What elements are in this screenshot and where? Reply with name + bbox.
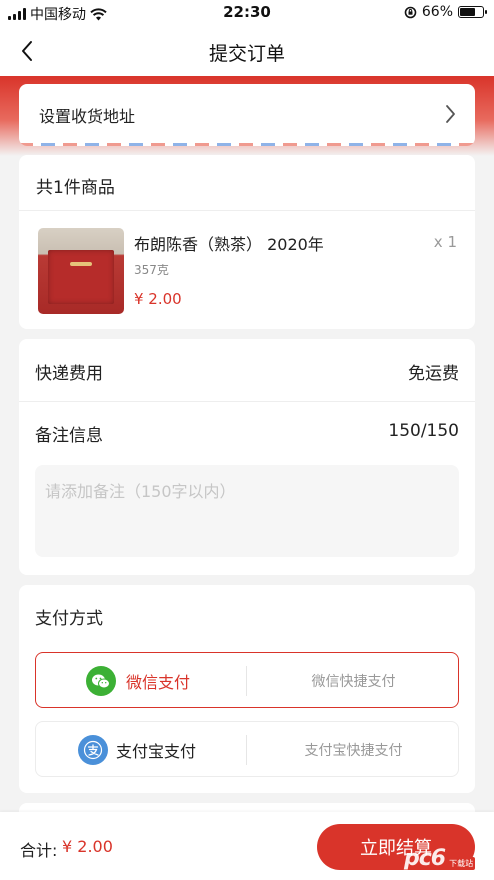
total-label: 合计:: [20, 841, 58, 860]
alipay-icon: [78, 735, 108, 765]
pay-desc-alipay: 支付宝快捷支付: [304, 743, 403, 759]
pay-desc-wechat: 微信快捷支付: [311, 674, 396, 690]
remark-counter: 150/150: [388, 421, 459, 441]
battery-percent: 66%: [421, 4, 453, 20]
status-bar: 中国移动 22:30 66%: [0, 0, 494, 26]
address-label: 设置收货地址: [39, 107, 136, 126]
order-info-card: 快递费用 免运费 备注信息 150/150: [19, 339, 475, 575]
shipping-label: 快递费用: [35, 364, 103, 384]
goods-count: 共1件商品: [36, 178, 115, 198]
pay-option-alipay[interactable]: 支付宝支付 支付宝快捷支付: [35, 721, 459, 777]
total-amount: ¥ 2.00: [62, 837, 113, 856]
chevron-right-icon: [446, 105, 455, 123]
divider: [19, 401, 475, 402]
orientation-lock-icon: [404, 6, 417, 18]
product-quantity: x 1: [433, 233, 457, 251]
watermark-logo: pc6: [404, 845, 446, 871]
product-image[interactable]: [38, 228, 124, 314]
page-title: 提交订单: [208, 43, 285, 65]
shipping-value: 免运费: [408, 364, 459, 384]
product-spec: 357克: [134, 263, 169, 277]
payment-title: 支付方式: [35, 609, 103, 629]
pc6-watermark: pc6 下载站: [404, 840, 488, 876]
pay-option-wechat[interactable]: 微信支付 微信快捷支付: [35, 652, 459, 708]
remark-label: 备注信息: [35, 426, 103, 446]
payment-card: 支付方式 微信支付 微信快捷支付 支付宝支付 支付宝快捷支付: [19, 585, 475, 793]
tea-box-graphic: [48, 250, 114, 304]
product-name: 布朗陈香（熟茶） 2020年: [134, 235, 324, 254]
nav-bar: 提交订单: [0, 26, 494, 76]
wechat-icon: [86, 666, 116, 696]
divider: [19, 210, 475, 211]
pay-name-alipay: 支付宝支付: [116, 742, 197, 761]
battery-icon: [458, 6, 487, 18]
pay-name-wechat: 微信支付: [126, 673, 191, 692]
product-price: ¥ 2.00: [134, 290, 182, 308]
address-dashed-border: [19, 143, 475, 146]
battery-level: [460, 8, 475, 16]
goods-card: 共1件商品 布朗陈香（熟茶） 2020年 357克 ¥ 2.00 x 1: [19, 155, 475, 329]
address-selector[interactable]: 设置收货地址: [19, 84, 475, 146]
watermark-sub: 下载站: [447, 856, 476, 870]
remark-input[interactable]: [35, 465, 459, 557]
status-right: 66%: [404, 4, 487, 20]
